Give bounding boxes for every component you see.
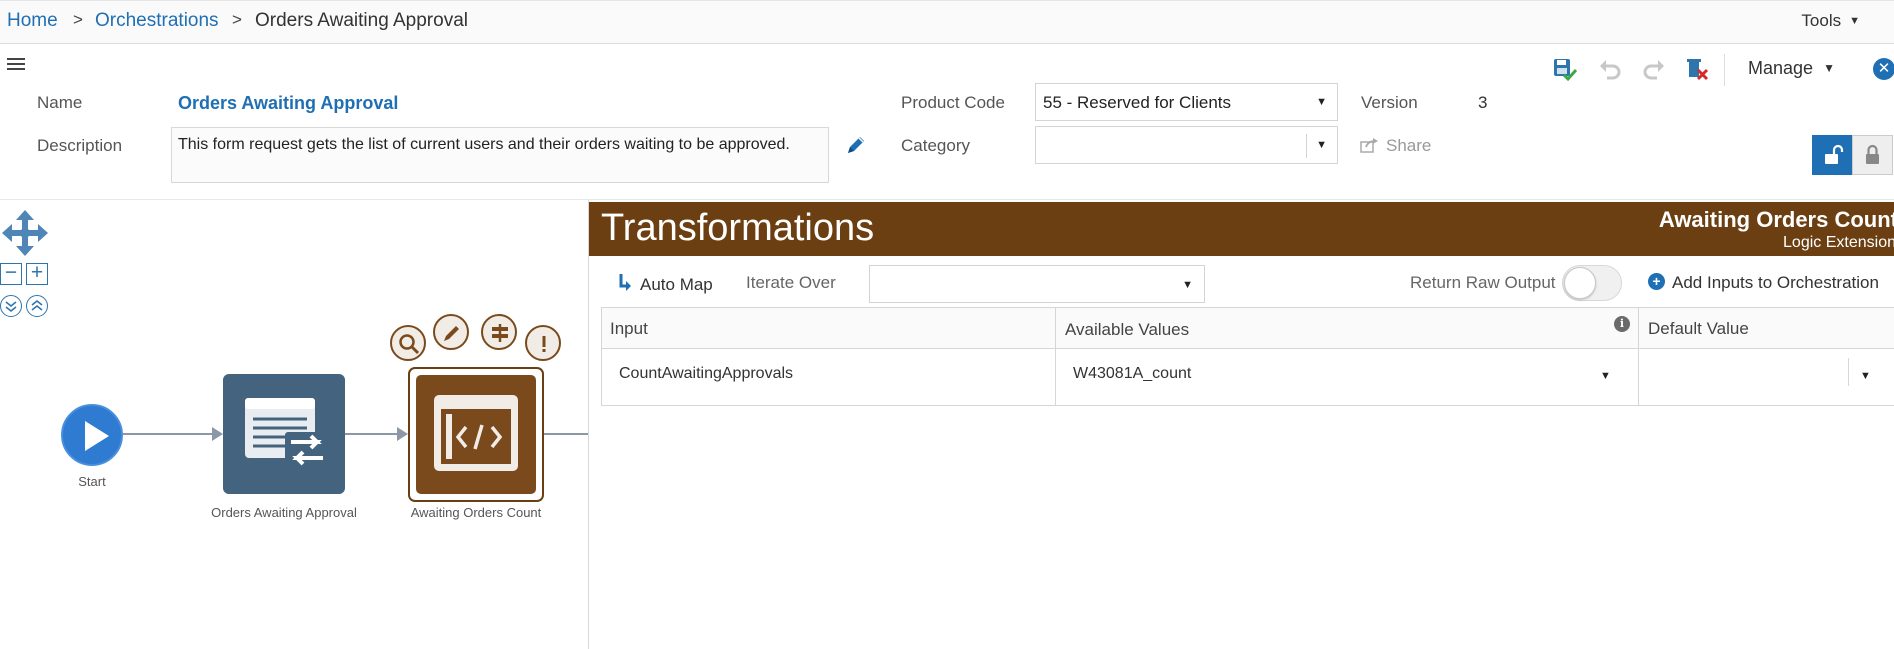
- product-code-label: Product Code: [901, 93, 1005, 112]
- edit-icon[interactable]: [433, 314, 469, 350]
- add-inputs-button[interactable]: + Add Inputs to Orchestration: [1648, 273, 1879, 293]
- auto-map-label: Auto Map: [640, 275, 713, 294]
- caret-down-icon: ▼: [1316, 139, 1327, 151]
- breadcrumb-orchestrations[interactable]: Orchestrations: [95, 10, 219, 32]
- zoom-in-button[interactable]: +: [26, 262, 48, 285]
- auto-map-button[interactable]: Auto Map: [618, 273, 713, 295]
- caret-down-icon: ▼: [1316, 96, 1327, 108]
- search-icon[interactable]: [390, 325, 426, 361]
- auto-map-icon: [619, 274, 631, 291]
- expand-up-icon[interactable]: [26, 295, 48, 317]
- input-cell: CountAwaitingApprovals: [619, 365, 794, 382]
- name-value[interactable]: Orders Awaiting Approval: [178, 93, 398, 114]
- transform-icon[interactable]: [481, 314, 517, 350]
- breadcrumb-current: Orders Awaiting Approval: [255, 10, 468, 31]
- return-raw-output-toggle[interactable]: [1562, 265, 1622, 301]
- form-request-node-label: Orders Awaiting Approval: [211, 505, 357, 520]
- header-divider: [0, 199, 1894, 200]
- flow-connector: [123, 433, 213, 435]
- category-label: Category: [901, 136, 970, 155]
- transformations-title: Transformations: [601, 207, 875, 249]
- hamburger-menu-icon[interactable]: [7, 58, 25, 71]
- lock-toggle-group: [1812, 135, 1894, 175]
- column-header-input: Input: [610, 319, 648, 338]
- add-circle-icon: +: [1648, 273, 1665, 290]
- toolbar-separator: [1724, 54, 1725, 86]
- share-button[interactable]: Share: [1360, 136, 1431, 156]
- transformations-header: Transformations Awaiting Orders Count Lo…: [589, 202, 1894, 256]
- toggle-knob: [1564, 267, 1596, 299]
- zoom-out-button[interactable]: −: [0, 262, 22, 285]
- redo-icon[interactable]: [1641, 56, 1667, 82]
- tools-menu[interactable]: Tools ▼: [1801, 11, 1860, 31]
- breadcrumb-home[interactable]: Home: [7, 10, 58, 32]
- delete-icon[interactable]: [1684, 56, 1710, 82]
- pencil-icon[interactable]: [844, 133, 868, 157]
- product-code-value: 55 - Reserved for Clients: [1043, 93, 1232, 112]
- unlock-icon: [1825, 144, 1844, 164]
- component-name: Awaiting Orders Count: [1658, 207, 1894, 232]
- version-value: 3: [1478, 93, 1488, 112]
- arrow-right-icon: [212, 427, 223, 441]
- version-label: Version: [1361, 93, 1418, 112]
- manage-label: Manage: [1748, 58, 1814, 78]
- caret-down-icon[interactable]: ▼: [1860, 370, 1871, 382]
- code-window-icon: [434, 395, 518, 471]
- name-label: Name: [37, 93, 83, 112]
- arrow-right-icon: [397, 427, 408, 441]
- logic-extension-node[interactable]: [408, 367, 544, 502]
- description-field[interactable]: This form request gets the list of curre…: [171, 127, 829, 183]
- info-icon[interactable]: i: [1614, 316, 1630, 332]
- flow-connector: [544, 433, 588, 435]
- iterate-over-select[interactable]: ▼: [869, 265, 1205, 303]
- breadcrumb-separator: >: [232, 10, 242, 29]
- close-icon[interactable]: ✕: [1873, 58, 1894, 80]
- logic-extension-node-label: Awaiting Orders Count: [410, 505, 542, 520]
- caret-down-icon: ▼: [1823, 61, 1835, 75]
- unlock-button[interactable]: [1812, 135, 1853, 175]
- share-label: Share: [1386, 136, 1432, 155]
- return-raw-output-label: Return Raw Output: [1410, 273, 1556, 292]
- play-icon: [85, 421, 109, 451]
- column-header-default-value: Default Value: [1648, 319, 1749, 338]
- iterate-over-label: Iterate Over: [746, 273, 836, 292]
- flow-connector: [345, 433, 398, 435]
- start-node[interactable]: [61, 404, 123, 466]
- column-header-available-values: Available Values: [1065, 320, 1190, 339]
- form-request-icon: [245, 398, 329, 470]
- breadcrumb-bar: Home > Orchestrations > Orders Awaiting …: [0, 0, 1894, 44]
- start-node-label: Start: [78, 474, 106, 489]
- category-select[interactable]: ▼: [1035, 126, 1338, 164]
- select-divider: [1848, 358, 1849, 386]
- share-icon: [1360, 138, 1378, 153]
- undo-icon[interactable]: [1597, 56, 1623, 82]
- column-divider: [1055, 308, 1056, 405]
- logic-extension-node-body: [416, 375, 536, 494]
- caret-down-icon: ▼: [1182, 279, 1193, 291]
- transformations-table: Input Available Values i Default Value C…: [601, 307, 1894, 406]
- product-code-select[interactable]: 55 - Reserved for Clients ▼: [1035, 83, 1338, 121]
- lock-button[interactable]: [1852, 135, 1893, 175]
- alert-icon[interactable]: [525, 325, 561, 361]
- lock-icon: [1866, 144, 1879, 164]
- form-request-node[interactable]: [223, 374, 345, 494]
- breadcrumb-separator: >: [73, 10, 83, 29]
- pan-move-icon[interactable]: [0, 208, 50, 258]
- save-icon[interactable]: [1551, 56, 1578, 82]
- caret-down-icon[interactable]: ▼: [1600, 370, 1611, 382]
- caret-down-icon: ▼: [1849, 15, 1860, 27]
- canvas-divider: [588, 200, 589, 649]
- column-divider: [1638, 308, 1639, 405]
- manage-menu-button[interactable]: Manage ▼: [1748, 58, 1835, 79]
- tools-menu-label: Tools: [1801, 11, 1842, 30]
- description-label: Description: [37, 136, 123, 155]
- collapse-down-icon[interactable]: [0, 295, 22, 317]
- add-inputs-label: Add Inputs to Orchestration: [1672, 273, 1879, 292]
- component-type: Logic Extension: [1783, 234, 1894, 251]
- select-divider: [1306, 134, 1307, 158]
- available-value-cell[interactable]: W43081A_count: [1073, 365, 1191, 383]
